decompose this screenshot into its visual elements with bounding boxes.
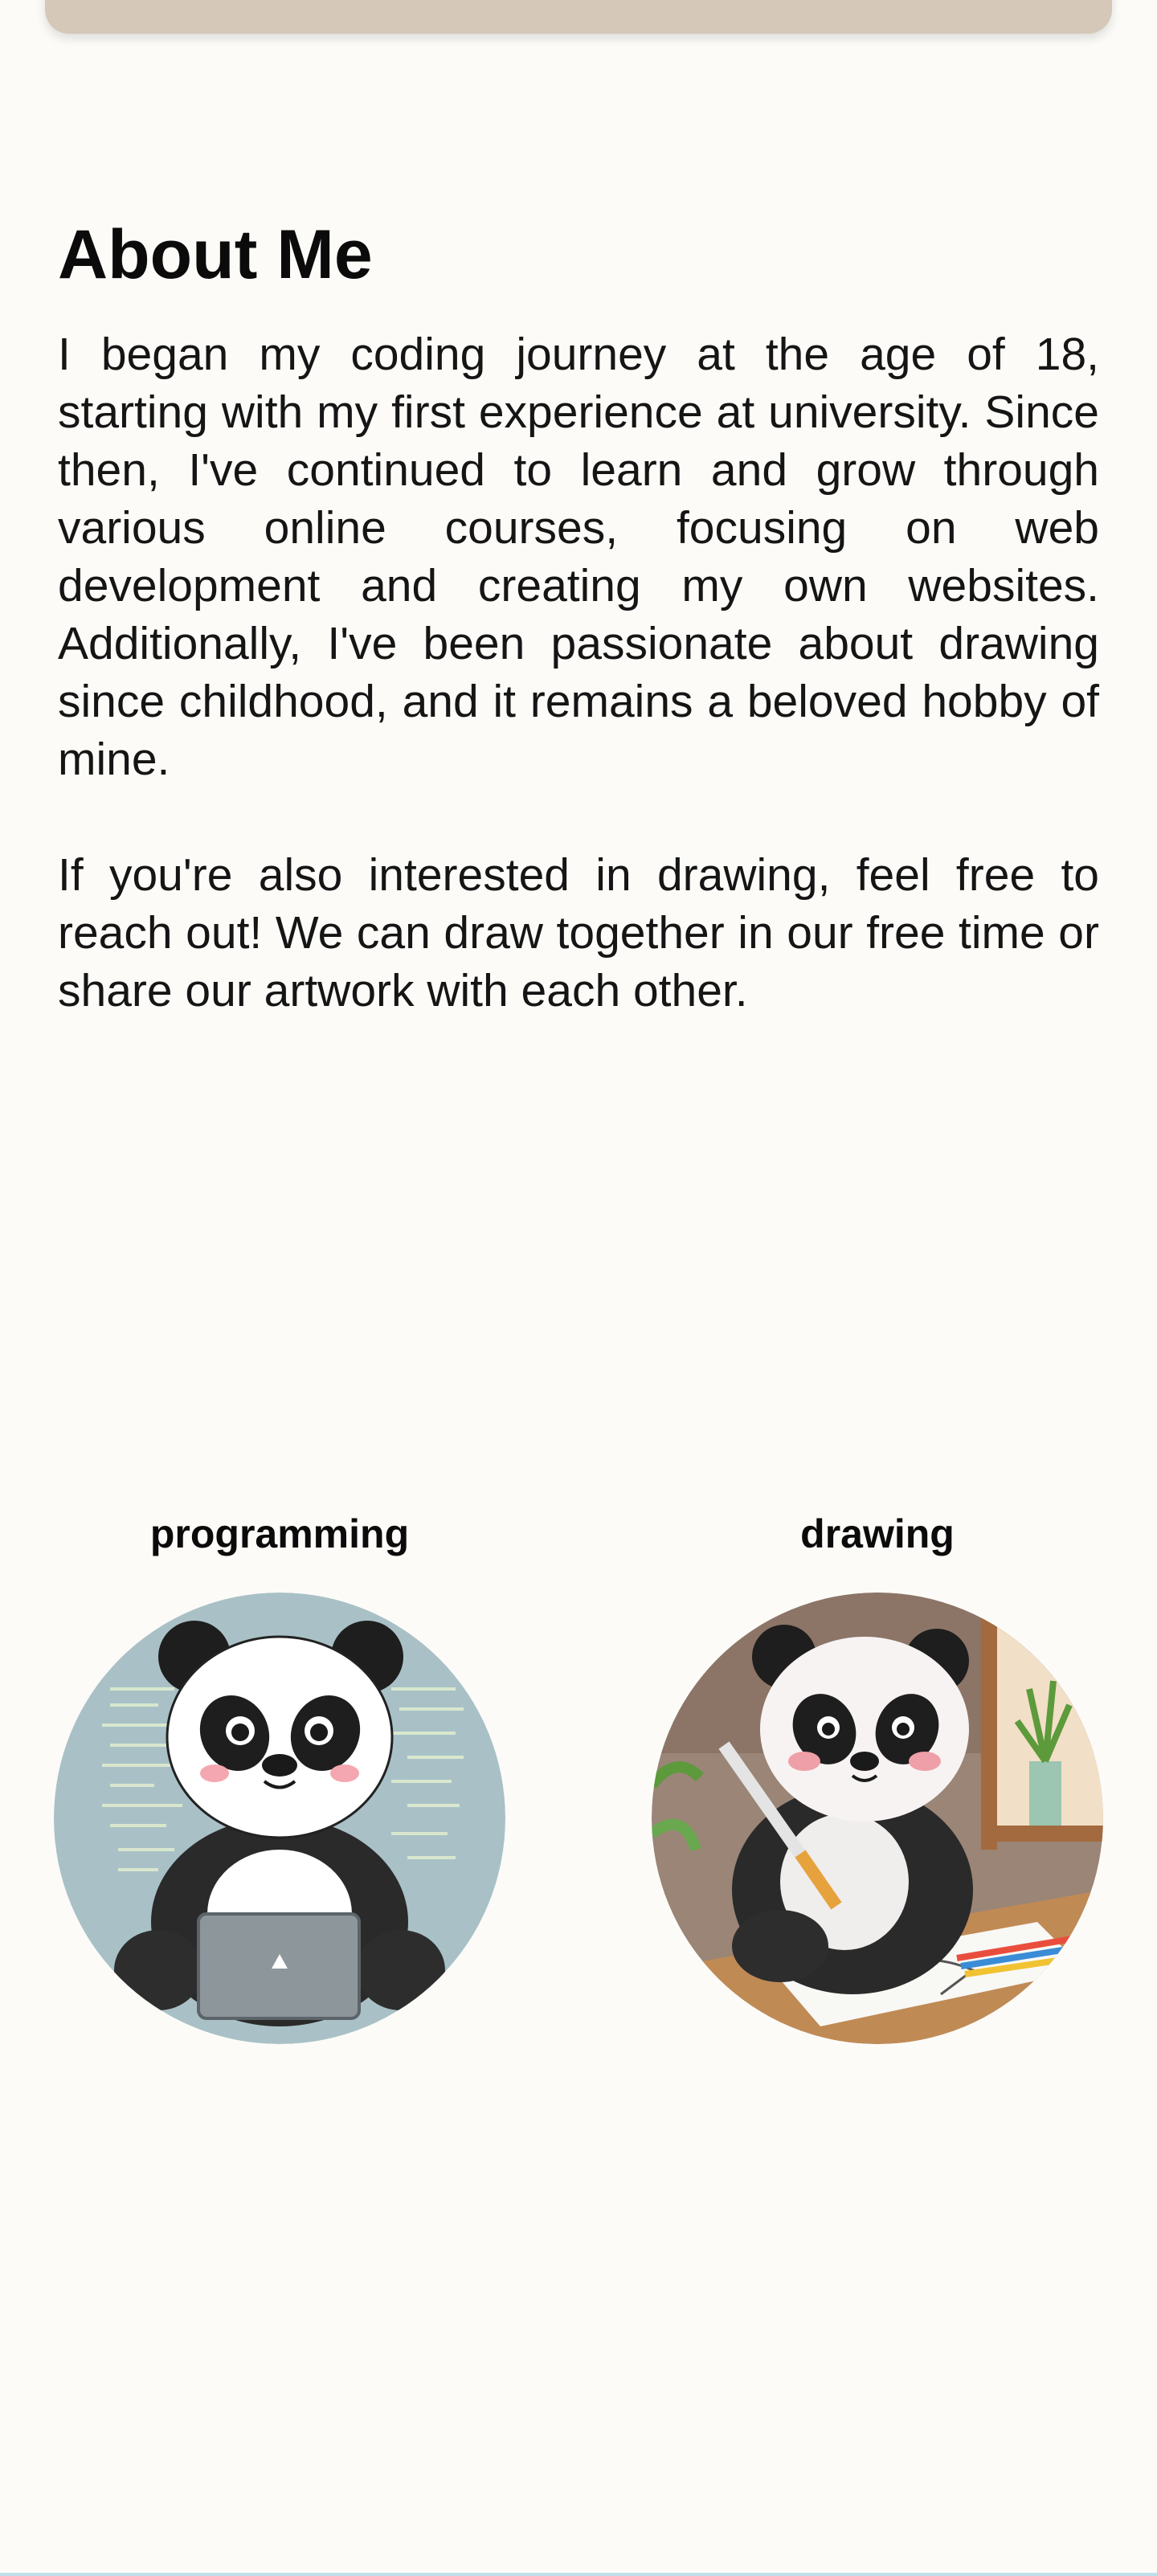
about-paragraph-2: If you're also interested in drawing, fe… bbox=[58, 848, 1099, 1016]
hobby-programming: programming bbox=[54, 1511, 505, 2044]
hobby-drawing: drawing bbox=[652, 1511, 1103, 2044]
panda-drawing-image bbox=[652, 1593, 1103, 2044]
about-section: About Me I began my coding journey at th… bbox=[58, 217, 1099, 1077]
panda-laptop-image bbox=[54, 1593, 505, 2044]
bottom-border bbox=[0, 2573, 1157, 2576]
top-navbar bbox=[45, 0, 1112, 34]
about-heading: About Me bbox=[58, 216, 373, 293]
hobby-title-drawing: drawing bbox=[800, 1511, 955, 1556]
hobby-title-programming: programming bbox=[149, 1511, 410, 1556]
about-paragraph-1: I began my coding journey at the age of … bbox=[58, 328, 1099, 785]
